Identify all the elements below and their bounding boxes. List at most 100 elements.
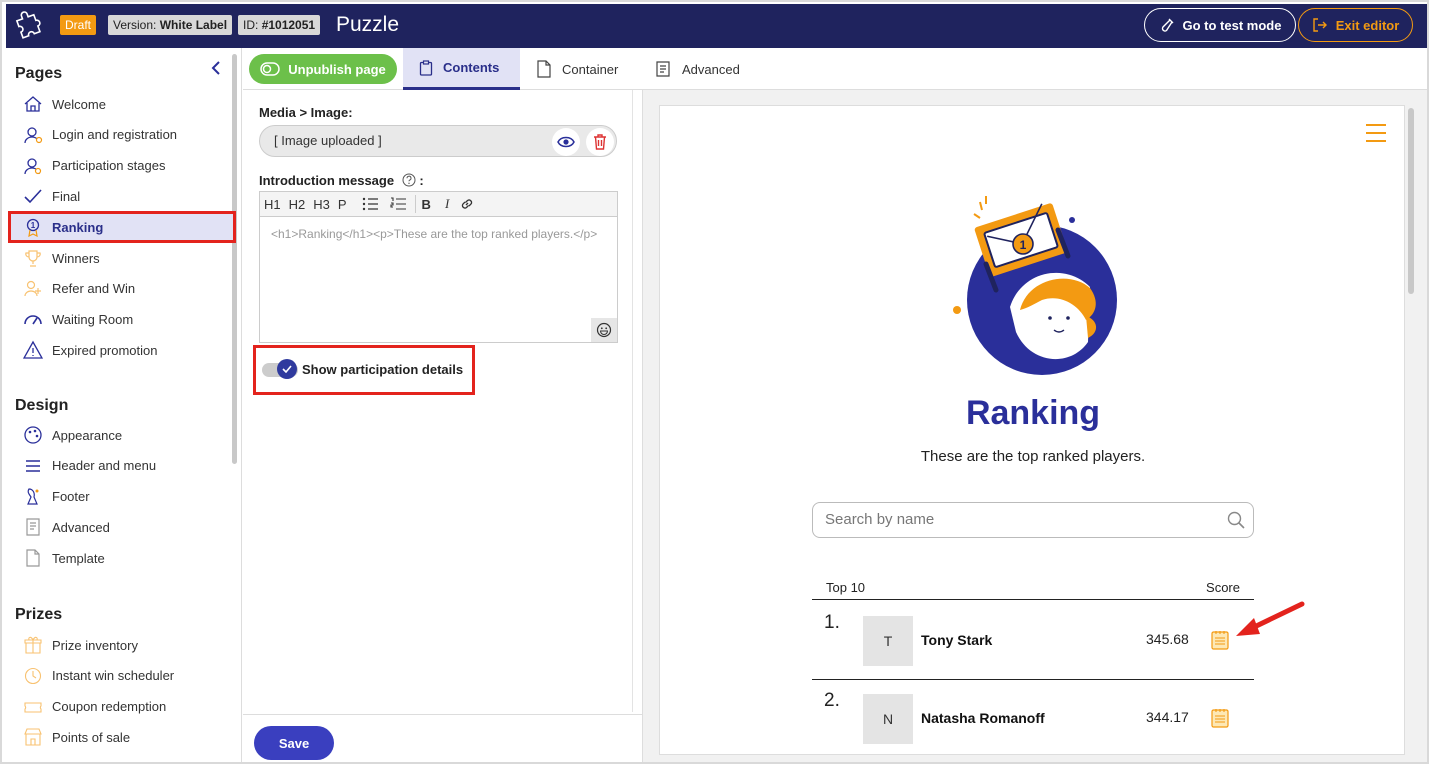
sidebar-item-appearance[interactable]: Appearance bbox=[10, 421, 234, 449]
sidebar-item-login-and-registration[interactable]: Login and registration bbox=[10, 121, 234, 149]
save-bar: Save bbox=[243, 714, 643, 762]
svg-text:1: 1 bbox=[1020, 238, 1027, 252]
sidebar-item-template[interactable]: Template bbox=[10, 544, 234, 572]
ranking-table-header: Top 10 Score bbox=[812, 576, 1254, 600]
footer-icon bbox=[23, 487, 43, 507]
italic-button[interactable]: I bbox=[441, 196, 453, 212]
sidebar-item-label: Coupon redemption bbox=[52, 699, 167, 715]
id-badge: ID: #1012051 bbox=[238, 15, 321, 35]
editor-scroll-divider bbox=[632, 90, 633, 712]
sidebar-item-advanced[interactable]: Advanced bbox=[10, 513, 234, 541]
clipboard-icon bbox=[419, 59, 433, 76]
exit-editor-button[interactable]: Exit editor bbox=[1298, 8, 1413, 42]
document-lines-icon bbox=[656, 61, 670, 77]
emoji-button[interactable] bbox=[591, 318, 617, 342]
hamburger-menu-icon[interactable] bbox=[1365, 122, 1387, 144]
tab-contents[interactable]: Contents bbox=[403, 48, 520, 90]
menu-icon bbox=[23, 456, 43, 476]
exit-label: Exit editor bbox=[1335, 17, 1400, 33]
version-value: White Label bbox=[159, 18, 228, 32]
sidebar-item-label: Template bbox=[52, 550, 105, 566]
sidebar-item-winners[interactable]: Winners bbox=[10, 244, 234, 272]
page-preview: 1 Ranking These are the top ranked playe… bbox=[659, 105, 1405, 755]
sidebar-item-instant-win-scheduler[interactable]: Instant win scheduler bbox=[10, 662, 234, 690]
sidebar-item-welcome[interactable]: Welcome bbox=[10, 90, 234, 118]
search-placeholder: Search by name bbox=[825, 511, 935, 528]
sidebar-item-label: Ranking bbox=[52, 219, 104, 235]
help-icon[interactable] bbox=[402, 173, 416, 187]
table-row[interactable]: 2. N Natasha Romanoff 344.17 bbox=[812, 680, 1254, 754]
table-row[interactable]: 1. T Tony Stark 345.68 bbox=[812, 602, 1254, 680]
unpublish-page-button[interactable]: Unpublish page bbox=[249, 54, 397, 84]
check-icon bbox=[23, 186, 43, 206]
sidebar-item-footer[interactable]: Footer bbox=[10, 483, 234, 511]
ranking-illustration: 1 bbox=[953, 196, 1117, 375]
sidebar-item-expired-promotion[interactable]: Expired promotion bbox=[10, 336, 234, 364]
tab-advanced[interactable]: Advanced bbox=[654, 48, 740, 90]
annotation-arrow-icon bbox=[1236, 601, 1305, 636]
h2-button[interactable]: H2 bbox=[285, 197, 310, 212]
emoji-icon bbox=[596, 322, 612, 338]
link-icon[interactable] bbox=[459, 196, 475, 212]
puzzle-logo-icon[interactable] bbox=[14, 10, 44, 40]
participation-details-icon[interactable] bbox=[1211, 708, 1229, 728]
sidebar-item-waiting-room[interactable]: Waiting Room bbox=[10, 306, 234, 334]
tab-advanced-label: Advanced bbox=[682, 61, 740, 77]
participation-details-icon[interactable] bbox=[1211, 630, 1229, 650]
refer-icon bbox=[23, 279, 43, 299]
design-section-title: Design bbox=[15, 397, 69, 414]
toggle-knob bbox=[277, 359, 297, 379]
image-field[interactable]: [ Image uploaded ] bbox=[259, 125, 617, 157]
paragraph-button[interactable]: P bbox=[334, 197, 351, 212]
search-input[interactable]: Search by name bbox=[812, 502, 1254, 538]
show-details-highlight: Show participation details bbox=[253, 345, 475, 395]
save-button[interactable]: Save bbox=[254, 726, 334, 760]
numbered-list-icon[interactable] bbox=[389, 197, 408, 211]
eye-icon bbox=[557, 136, 575, 148]
delete-image-button[interactable] bbox=[586, 128, 614, 156]
test-mode-button[interactable]: Go to test mode bbox=[1144, 8, 1296, 42]
rank-number: 2. bbox=[824, 690, 840, 711]
warning-icon bbox=[23, 340, 43, 360]
preview-image-button[interactable] bbox=[552, 128, 580, 156]
sidebar-item-participation-stages[interactable]: Participation stages bbox=[10, 152, 234, 180]
sidebar-item-points-of-sale[interactable]: Points of sale bbox=[10, 723, 234, 751]
status-badge: Draft bbox=[60, 15, 97, 35]
tab-bar: Unpublish page Contents Container Advanc… bbox=[243, 48, 1427, 90]
search-icon[interactable] bbox=[1227, 511, 1245, 529]
sidebar-item-label: Expired promotion bbox=[52, 342, 158, 358]
sidebar-item-prize-inventory[interactable]: Prize inventory bbox=[10, 631, 234, 659]
show-details-toggle[interactable] bbox=[262, 359, 298, 379]
test-tube-icon bbox=[1161, 18, 1174, 32]
ranking-title: Ranking bbox=[965, 394, 1101, 432]
player-score: 344.17 bbox=[1146, 709, 1189, 725]
bold-button[interactable]: B bbox=[418, 197, 435, 212]
h1-button[interactable]: H1 bbox=[260, 197, 285, 212]
tab-container[interactable]: Container bbox=[536, 48, 618, 90]
pages-section-title: Pages bbox=[15, 65, 63, 82]
sidebar-item-coupon-redemption[interactable]: Coupon redemption bbox=[10, 693, 234, 721]
intro-message-editor[interactable]: <h1>Ranking</h1><p>These are the top ran… bbox=[259, 217, 618, 343]
sidebar-item-label: Appearance bbox=[52, 427, 123, 443]
page-icon bbox=[23, 548, 43, 568]
sidebar-item-final[interactable]: Final bbox=[10, 182, 234, 210]
sidebar-item-label: Instant win scheduler bbox=[52, 668, 175, 684]
palette-icon bbox=[23, 425, 43, 445]
sidebar-item-header-and-menu[interactable]: Header and menu bbox=[10, 452, 234, 480]
h3-button[interactable]: H3 bbox=[309, 197, 334, 212]
media-image-label: Media > Image: bbox=[259, 105, 353, 120]
gauge-icon bbox=[23, 310, 43, 330]
player-score: 345.68 bbox=[1146, 631, 1189, 647]
avatar: T bbox=[863, 616, 913, 666]
store-icon bbox=[23, 727, 43, 747]
unpublish-label: Unpublish page bbox=[288, 61, 386, 77]
rank-number: 1. bbox=[824, 612, 840, 633]
bullet-list-icon[interactable] bbox=[362, 197, 380, 211]
gift-icon bbox=[23, 635, 43, 655]
prizes-section-title: Prizes bbox=[15, 606, 63, 623]
collapse-sidebar-icon[interactable] bbox=[208, 60, 224, 76]
sidebar-item-refer-and-win[interactable]: Refer and Win bbox=[10, 275, 234, 303]
preview-scrollbar[interactable] bbox=[1408, 108, 1414, 294]
page-icon bbox=[537, 60, 551, 78]
sidebar-item-ranking[interactable]: 1 Ranking bbox=[8, 211, 236, 244]
